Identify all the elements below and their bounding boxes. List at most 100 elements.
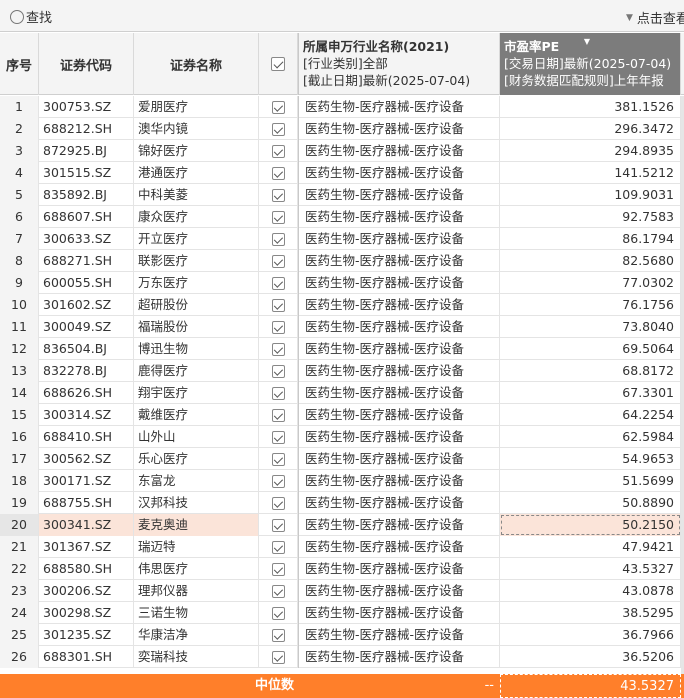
- row-index[interactable]: 6: [0, 206, 39, 228]
- industry-name[interactable]: 医药生物-医疗器械-医疗设备: [298, 426, 500, 448]
- table-row[interactable]: 14 688626.SH 翔宇医疗 医药生物-医疗器械-医疗设备 67.3301: [0, 382, 684, 404]
- row-checkbox-cell[interactable]: [259, 184, 298, 206]
- checkbox-checked-icon[interactable]: [271, 364, 285, 378]
- security-code[interactable]: 688271.SH: [39, 250, 134, 272]
- checkbox-checked-icon[interactable]: [271, 650, 285, 664]
- checkbox-checked-icon[interactable]: [271, 210, 285, 224]
- checkbox-checked-icon[interactable]: [271, 496, 285, 510]
- row-index[interactable]: 8: [0, 250, 39, 272]
- header-index[interactable]: 序号: [0, 33, 39, 95]
- pe-ratio[interactable]: 109.9031: [500, 184, 681, 206]
- pe-ratio[interactable]: 47.9421: [500, 536, 681, 558]
- checkbox-checked-icon[interactable]: [271, 452, 285, 466]
- security-name[interactable]: 爱朋医疗: [134, 96, 259, 118]
- checkbox-checked-icon[interactable]: [271, 518, 285, 532]
- table-row[interactable]: 12 836504.BJ 博迅生物 医药生物-医疗器械-医疗设备 69.5064: [0, 338, 684, 360]
- row-checkbox-cell[interactable]: [259, 228, 298, 250]
- security-name[interactable]: 奕瑞科技: [134, 646, 259, 668]
- row-checkbox-cell[interactable]: [259, 338, 298, 360]
- security-name[interactable]: 港通医疗: [134, 162, 259, 184]
- security-code[interactable]: 300314.SZ: [39, 404, 134, 426]
- row-checkbox-cell[interactable]: [259, 536, 298, 558]
- security-name[interactable]: 华康洁净: [134, 624, 259, 646]
- security-code[interactable]: 688626.SH: [39, 382, 134, 404]
- row-index[interactable]: 11: [0, 316, 39, 338]
- security-name[interactable]: 康众医疗: [134, 206, 259, 228]
- table-row[interactable]: 26 688301.SH 奕瑞科技 医药生物-医疗器械-医疗设备 36.5206: [0, 646, 684, 668]
- security-code[interactable]: 301602.SZ: [39, 294, 134, 316]
- pe-ratio[interactable]: 68.8172: [500, 360, 681, 382]
- table-row[interactable]: 20 300341.SZ 麦克奥迪 医药生物-医疗器械-医疗设备 50.2150: [0, 514, 684, 536]
- row-checkbox-cell[interactable]: [259, 624, 298, 646]
- checkbox-checked-icon[interactable]: [271, 166, 285, 180]
- table-row[interactable]: 23 300206.SZ 理邦仪器 医药生物-医疗器械-医疗设备 43.0878: [0, 580, 684, 602]
- row-checkbox-cell[interactable]: [259, 580, 298, 602]
- pe-ratio[interactable]: 43.0878: [500, 580, 681, 602]
- checkbox-checked-icon[interactable]: [271, 386, 285, 400]
- row-index[interactable]: 16: [0, 426, 39, 448]
- checkbox-checked-icon[interactable]: [271, 298, 285, 312]
- table-row[interactable]: 11 300049.SZ 福瑞股份 医药生物-医疗器械-医疗设备 73.8040: [0, 316, 684, 338]
- industry-name[interactable]: 医药生物-医疗器械-医疗设备: [298, 580, 500, 602]
- row-checkbox-cell[interactable]: [259, 206, 298, 228]
- security-name[interactable]: 万东医疗: [134, 272, 259, 294]
- table-row[interactable]: 25 301235.SZ 华康洁净 医药生物-医疗器械-医疗设备 36.7966: [0, 624, 684, 646]
- row-checkbox-cell[interactable]: [259, 602, 298, 624]
- pe-ratio[interactable]: 64.2254: [500, 404, 681, 426]
- pe-ratio[interactable]: 36.7966: [500, 624, 681, 646]
- row-index[interactable]: 15: [0, 404, 39, 426]
- row-index[interactable]: 1: [0, 96, 39, 118]
- security-code[interactable]: 600055.SH: [39, 272, 134, 294]
- row-index[interactable]: 19: [0, 492, 39, 514]
- industry-name[interactable]: 医药生物-医疗器械-医疗设备: [298, 272, 500, 294]
- table-row[interactable]: 22 688580.SH 伟思医疗 医药生物-医疗器械-医疗设备 43.5327: [0, 558, 684, 580]
- header-pe[interactable]: ▼ 市盈率PE [交易日期]最新(2025-07-04) [财务数据匹配规则]上…: [500, 33, 681, 95]
- security-name[interactable]: 福瑞股份: [134, 316, 259, 338]
- table-row[interactable]: 15 300314.SZ 戴维医疗 医药生物-医疗器械-医疗设备 64.2254: [0, 404, 684, 426]
- security-code[interactable]: 300171.SZ: [39, 470, 134, 492]
- row-index[interactable]: 14: [0, 382, 39, 404]
- table-row[interactable]: 3 872925.BJ 锦好医疗 医药生物-医疗器械-医疗设备 294.8935: [0, 140, 684, 162]
- table-row[interactable]: 19 688755.SH 汉邦科技 医药生物-医疗器械-医疗设备 50.8890: [0, 492, 684, 514]
- industry-name[interactable]: 医药生物-医疗器械-医疗设备: [298, 602, 500, 624]
- table-row[interactable]: 2 688212.SH 澳华内镜 医药生物-医疗器械-医疗设备 296.3472: [0, 118, 684, 140]
- industry-name[interactable]: 医药生物-医疗器械-医疗设备: [298, 228, 500, 250]
- pe-ratio[interactable]: 36.5206: [500, 646, 681, 668]
- table-row[interactable]: 13 832278.BJ 鹿得医疗 医药生物-医疗器械-医疗设备 68.8172: [0, 360, 684, 382]
- pe-ratio[interactable]: 76.1756: [500, 294, 681, 316]
- security-code[interactable]: 300562.SZ: [39, 448, 134, 470]
- table-row[interactable]: 17 300562.SZ 乐心医疗 医药生物-医疗器械-医疗设备 54.9653: [0, 448, 684, 470]
- table-row[interactable]: 10 301602.SZ 超研股份 医药生物-医疗器械-医疗设备 76.1756: [0, 294, 684, 316]
- row-index[interactable]: 20: [0, 514, 39, 536]
- security-code[interactable]: 300633.SZ: [39, 228, 134, 250]
- row-index[interactable]: 26: [0, 646, 39, 668]
- pe-ratio[interactable]: 141.5212: [500, 162, 681, 184]
- row-index[interactable]: 10: [0, 294, 39, 316]
- search-button[interactable]: 查找: [10, 7, 52, 26]
- view-dropdown[interactable]: ▼ 点击查看: [626, 8, 684, 27]
- checkbox-checked-icon[interactable]: [271, 100, 285, 114]
- row-index[interactable]: 12: [0, 338, 39, 360]
- security-code[interactable]: 688580.SH: [39, 558, 134, 580]
- checkbox-checked-icon[interactable]: [271, 57, 285, 71]
- row-checkbox-cell[interactable]: [259, 514, 298, 536]
- security-code[interactable]: 688755.SH: [39, 492, 134, 514]
- security-code[interactable]: 301367.SZ: [39, 536, 134, 558]
- header-name[interactable]: 证券名称: [134, 33, 259, 95]
- industry-name[interactable]: 医药生物-医疗器械-医疗设备: [298, 140, 500, 162]
- checkbox-checked-icon[interactable]: [271, 276, 285, 290]
- row-checkbox-cell[interactable]: [259, 316, 298, 338]
- security-name[interactable]: 澳华内镜: [134, 118, 259, 140]
- pe-ratio[interactable]: 38.5295: [500, 602, 681, 624]
- checkbox-checked-icon[interactable]: [271, 408, 285, 422]
- security-name[interactable]: 伟思医疗: [134, 558, 259, 580]
- security-code[interactable]: 688410.SH: [39, 426, 134, 448]
- table-row[interactable]: 6 688607.SH 康众医疗 医药生物-医疗器械-医疗设备 92.7583: [0, 206, 684, 228]
- industry-name[interactable]: 医药生物-医疗器械-医疗设备: [298, 646, 500, 668]
- row-checkbox-cell[interactable]: [259, 360, 298, 382]
- pe-ratio[interactable]: 50.8890: [500, 492, 681, 514]
- row-index[interactable]: 24: [0, 602, 39, 624]
- row-checkbox-cell[interactable]: [259, 646, 298, 668]
- pe-ratio[interactable]: 51.5699: [500, 470, 681, 492]
- industry-name[interactable]: 医药生物-医疗器械-医疗设备: [298, 250, 500, 272]
